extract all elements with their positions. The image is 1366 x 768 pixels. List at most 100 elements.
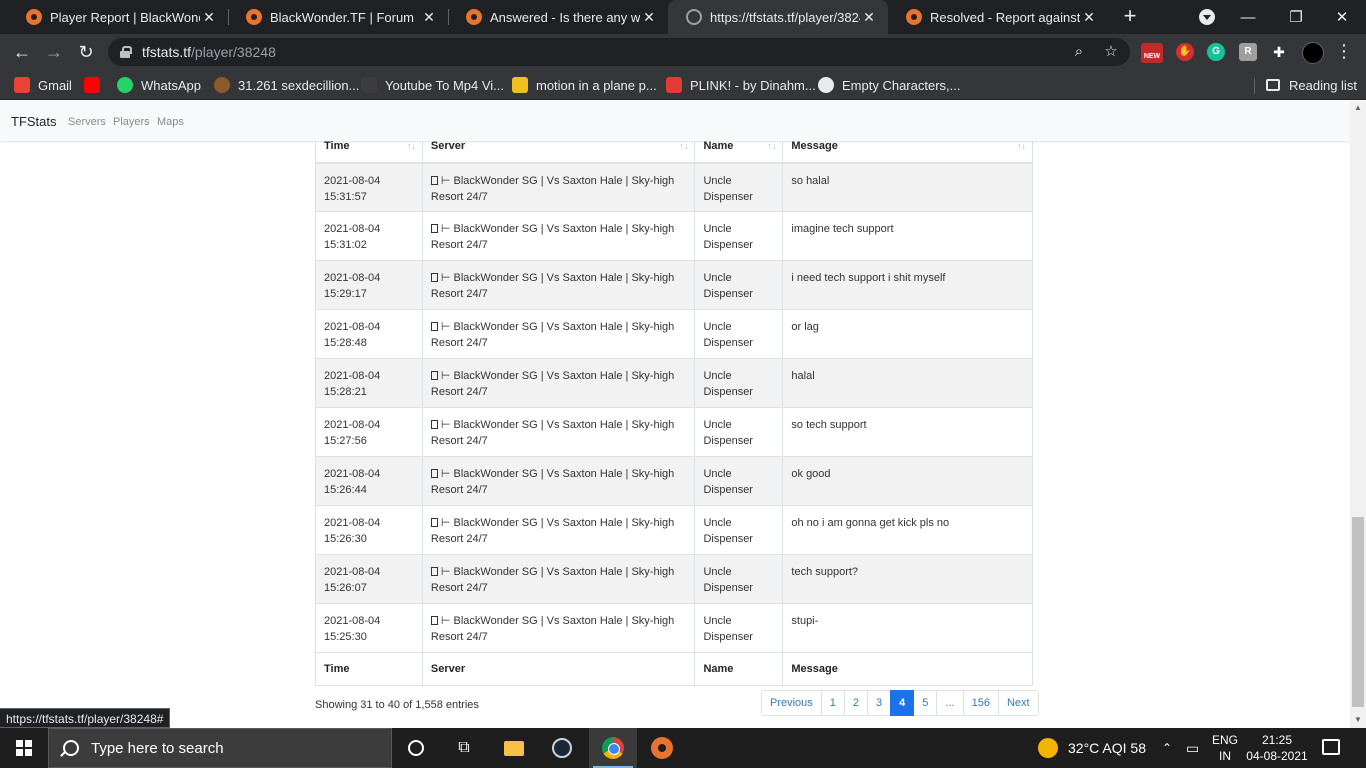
- forward-button[interactable]: →: [40, 38, 68, 66]
- minimize-button[interactable]: —: [1228, 0, 1268, 34]
- reload-button[interactable]: ↻: [72, 38, 100, 66]
- extensions-puzzle-icon[interactable]: ✚: [1270, 43, 1288, 61]
- bookmark-item[interactable]: Youtube To Mp4 Vi...: [361, 75, 504, 95]
- column-header-label: Time: [324, 139, 350, 152]
- cell-server: ⊢ BlackWonder SG | Vs Saxton Hale | Sky-…: [421, 456, 696, 506]
- grammarly-extension-icon[interactable]: G: [1207, 43, 1225, 61]
- scroll-up-icon[interactable]: ▲: [1353, 103, 1363, 113]
- bookmark-item[interactable]: [84, 75, 108, 95]
- gmail-icon: [14, 77, 30, 93]
- zoom-search-icon[interactable]: ⌕: [1070, 43, 1088, 61]
- browser-tab[interactable]: Resolved - Report against GA✕: [888, 0, 1108, 34]
- row-date: 2021-08-04: [324, 174, 381, 187]
- scrollbar-thumb[interactable]: [1352, 517, 1364, 707]
- reader-extension-icon[interactable]: R: [1239, 43, 1257, 61]
- url-path: /player/38248: [191, 44, 276, 60]
- cell-server: ⊢ BlackWonder SG | Vs Saxton Hale | Sky-…: [421, 554, 696, 604]
- task-view-button[interactable]: ⧉: [440, 728, 488, 768]
- input-language-button[interactable]: ENG IN: [1208, 732, 1242, 764]
- tab-close-icon[interactable]: ✕: [200, 9, 218, 26]
- row-message: halal: [791, 370, 815, 382]
- bookmark-star-icon[interactable]: ☆: [1102, 43, 1120, 61]
- sort-arrows-icon: ↑↓: [406, 140, 416, 151]
- weather-widget[interactable]: 32°C AQI 58: [1038, 728, 1146, 768]
- bookmark-item[interactable]: Gmail: [14, 75, 72, 95]
- nav-link-servers[interactable]: Servers: [68, 116, 106, 128]
- column-header-label: Name: [703, 139, 734, 152]
- bookmark-item[interactable]: 31.261 sexdecillion...: [214, 75, 359, 95]
- show-hidden-icons-button[interactable]: ⌃: [1162, 728, 1172, 768]
- nav-link-maps[interactable]: Maps: [157, 116, 184, 128]
- restore-button[interactable]: ❐: [1276, 0, 1316, 34]
- address-url[interactable]: tfstats.tf/player/38248: [142, 44, 276, 60]
- page-4-button[interactable]: 4: [890, 690, 915, 716]
- adblock-extension-icon[interactable]: ✋: [1176, 43, 1194, 61]
- page-next-button[interactable]: Next: [997, 690, 1039, 716]
- page-5-button[interactable]: 5: [913, 690, 938, 716]
- site-brand-link[interactable]: TFStats: [11, 114, 57, 129]
- row-message: or lag: [791, 321, 819, 333]
- browser-tab[interactable]: Player Report | BlackWonder.T✕: [8, 0, 228, 34]
- browser-tab[interactable]: Answered - Is there any way t✕: [448, 0, 668, 34]
- missing-glyph-icon: [430, 469, 438, 478]
- notification-center-icon[interactable]: [1322, 739, 1340, 755]
- tf2-icon: [651, 737, 673, 759]
- scroll-down-icon[interactable]: ▼: [1353, 715, 1363, 725]
- tab-close-icon[interactable]: ✕: [1080, 9, 1098, 26]
- page-3-button[interactable]: 3: [867, 690, 892, 716]
- bookmark-item[interactable]: Empty Characters,...: [818, 75, 960, 95]
- tab-close-icon[interactable]: ✕: [640, 9, 658, 26]
- bookmark-item[interactable]: motion in a plane p...: [512, 75, 657, 95]
- nav-link-players[interactable]: Players: [113, 116, 150, 128]
- taskbar-search[interactable]: Type here to search: [48, 728, 392, 768]
- cell-time: 2021-08-04 15:27:56: [315, 407, 423, 457]
- page-156-button[interactable]: 156: [962, 690, 999, 716]
- browser-menu-icon[interactable]: ⋮: [1334, 40, 1354, 64]
- profile-avatar[interactable]: [1302, 42, 1324, 64]
- cortana-button[interactable]: [392, 728, 440, 768]
- cell-time: 2021-08-04 15:29:17: [315, 260, 423, 310]
- cell-time: 2021-08-04 15:28:21: [315, 358, 423, 408]
- file-explorer-button[interactable]: [490, 728, 538, 768]
- tab-title: BlackWonder.TF | Forum: [270, 9, 415, 25]
- cell-name: Uncle Dispenser: [694, 162, 784, 212]
- row-date: 2021-08-04: [324, 321, 381, 333]
- windows-taskbar: Type here to search ⧉ 32°C AQI 58 ⌃ ▭ EN…: [0, 728, 1366, 768]
- taskbar-clock[interactable]: 21:25 04-08-2021: [1244, 732, 1310, 764]
- tab-title: https://tfstats.tf/player/38248: [710, 9, 860, 25]
- tab-title: Answered - Is there any way t: [490, 9, 640, 25]
- bookmark-item[interactable]: PLINK! - by Dinahm...: [666, 75, 816, 95]
- tab-separator: [448, 9, 449, 25]
- new-extension-icon[interactable]: NEW: [1141, 43, 1163, 63]
- lock-icon[interactable]: [120, 46, 132, 58]
- cell-name: Uncle Dispenser: [694, 211, 784, 261]
- row-name: Uncle Dispenser: [703, 419, 753, 447]
- table-row: 2021-08-04 15:28:21 ⊢ BlackWonder SG | Vs …: [315, 358, 1033, 408]
- page-viewport: TFStats Servers Players Maps Time ↑↓ Serv…: [0, 101, 1350, 728]
- tab-close-icon[interactable]: ✕: [860, 9, 878, 26]
- tf2-taskbar-button[interactable]: [638, 728, 686, 768]
- network-icon[interactable]: ▭: [1186, 728, 1199, 768]
- start-button[interactable]: [0, 728, 48, 768]
- reading-list-button[interactable]: Reading list: [1266, 75, 1357, 95]
- back-button[interactable]: ←: [8, 38, 36, 66]
- window-close-button[interactable]: ✕: [1322, 0, 1362, 34]
- browser-tab[interactable]: https://tfstats.tf/player/38248 ✕: [668, 0, 888, 34]
- missing-glyph-icon: [430, 371, 438, 380]
- address-bar[interactable]: tfstats.tf/player/38248 ⌕ ☆: [108, 38, 1130, 66]
- tab-search-icon[interactable]: [1199, 9, 1215, 25]
- tab-close-icon[interactable]: ✕: [420, 9, 438, 26]
- chrome-taskbar-button[interactable]: [589, 728, 637, 768]
- row-name: Uncle Dispenser: [703, 566, 753, 594]
- new-tab-button[interactable]: +: [1118, 5, 1142, 29]
- page-2-button[interactable]: 2: [843, 690, 869, 716]
- browser-tab[interactable]: BlackWonder.TF | Forum ✕: [228, 0, 448, 34]
- bookmark-item[interactable]: WhatsApp: [117, 75, 201, 95]
- page-previous-button[interactable]: Previous: [761, 690, 822, 716]
- page-1-button[interactable]: 1: [820, 690, 845, 716]
- steam-button[interactable]: [538, 728, 586, 768]
- cell-server: ⊢ BlackWonder SG | Vs Saxton Hale | Sky-…: [421, 211, 696, 261]
- row-message: so tech support: [791, 419, 867, 431]
- steam-icon: [552, 738, 572, 758]
- page-scrollbar[interactable]: ▲ ▼: [1350, 101, 1366, 728]
